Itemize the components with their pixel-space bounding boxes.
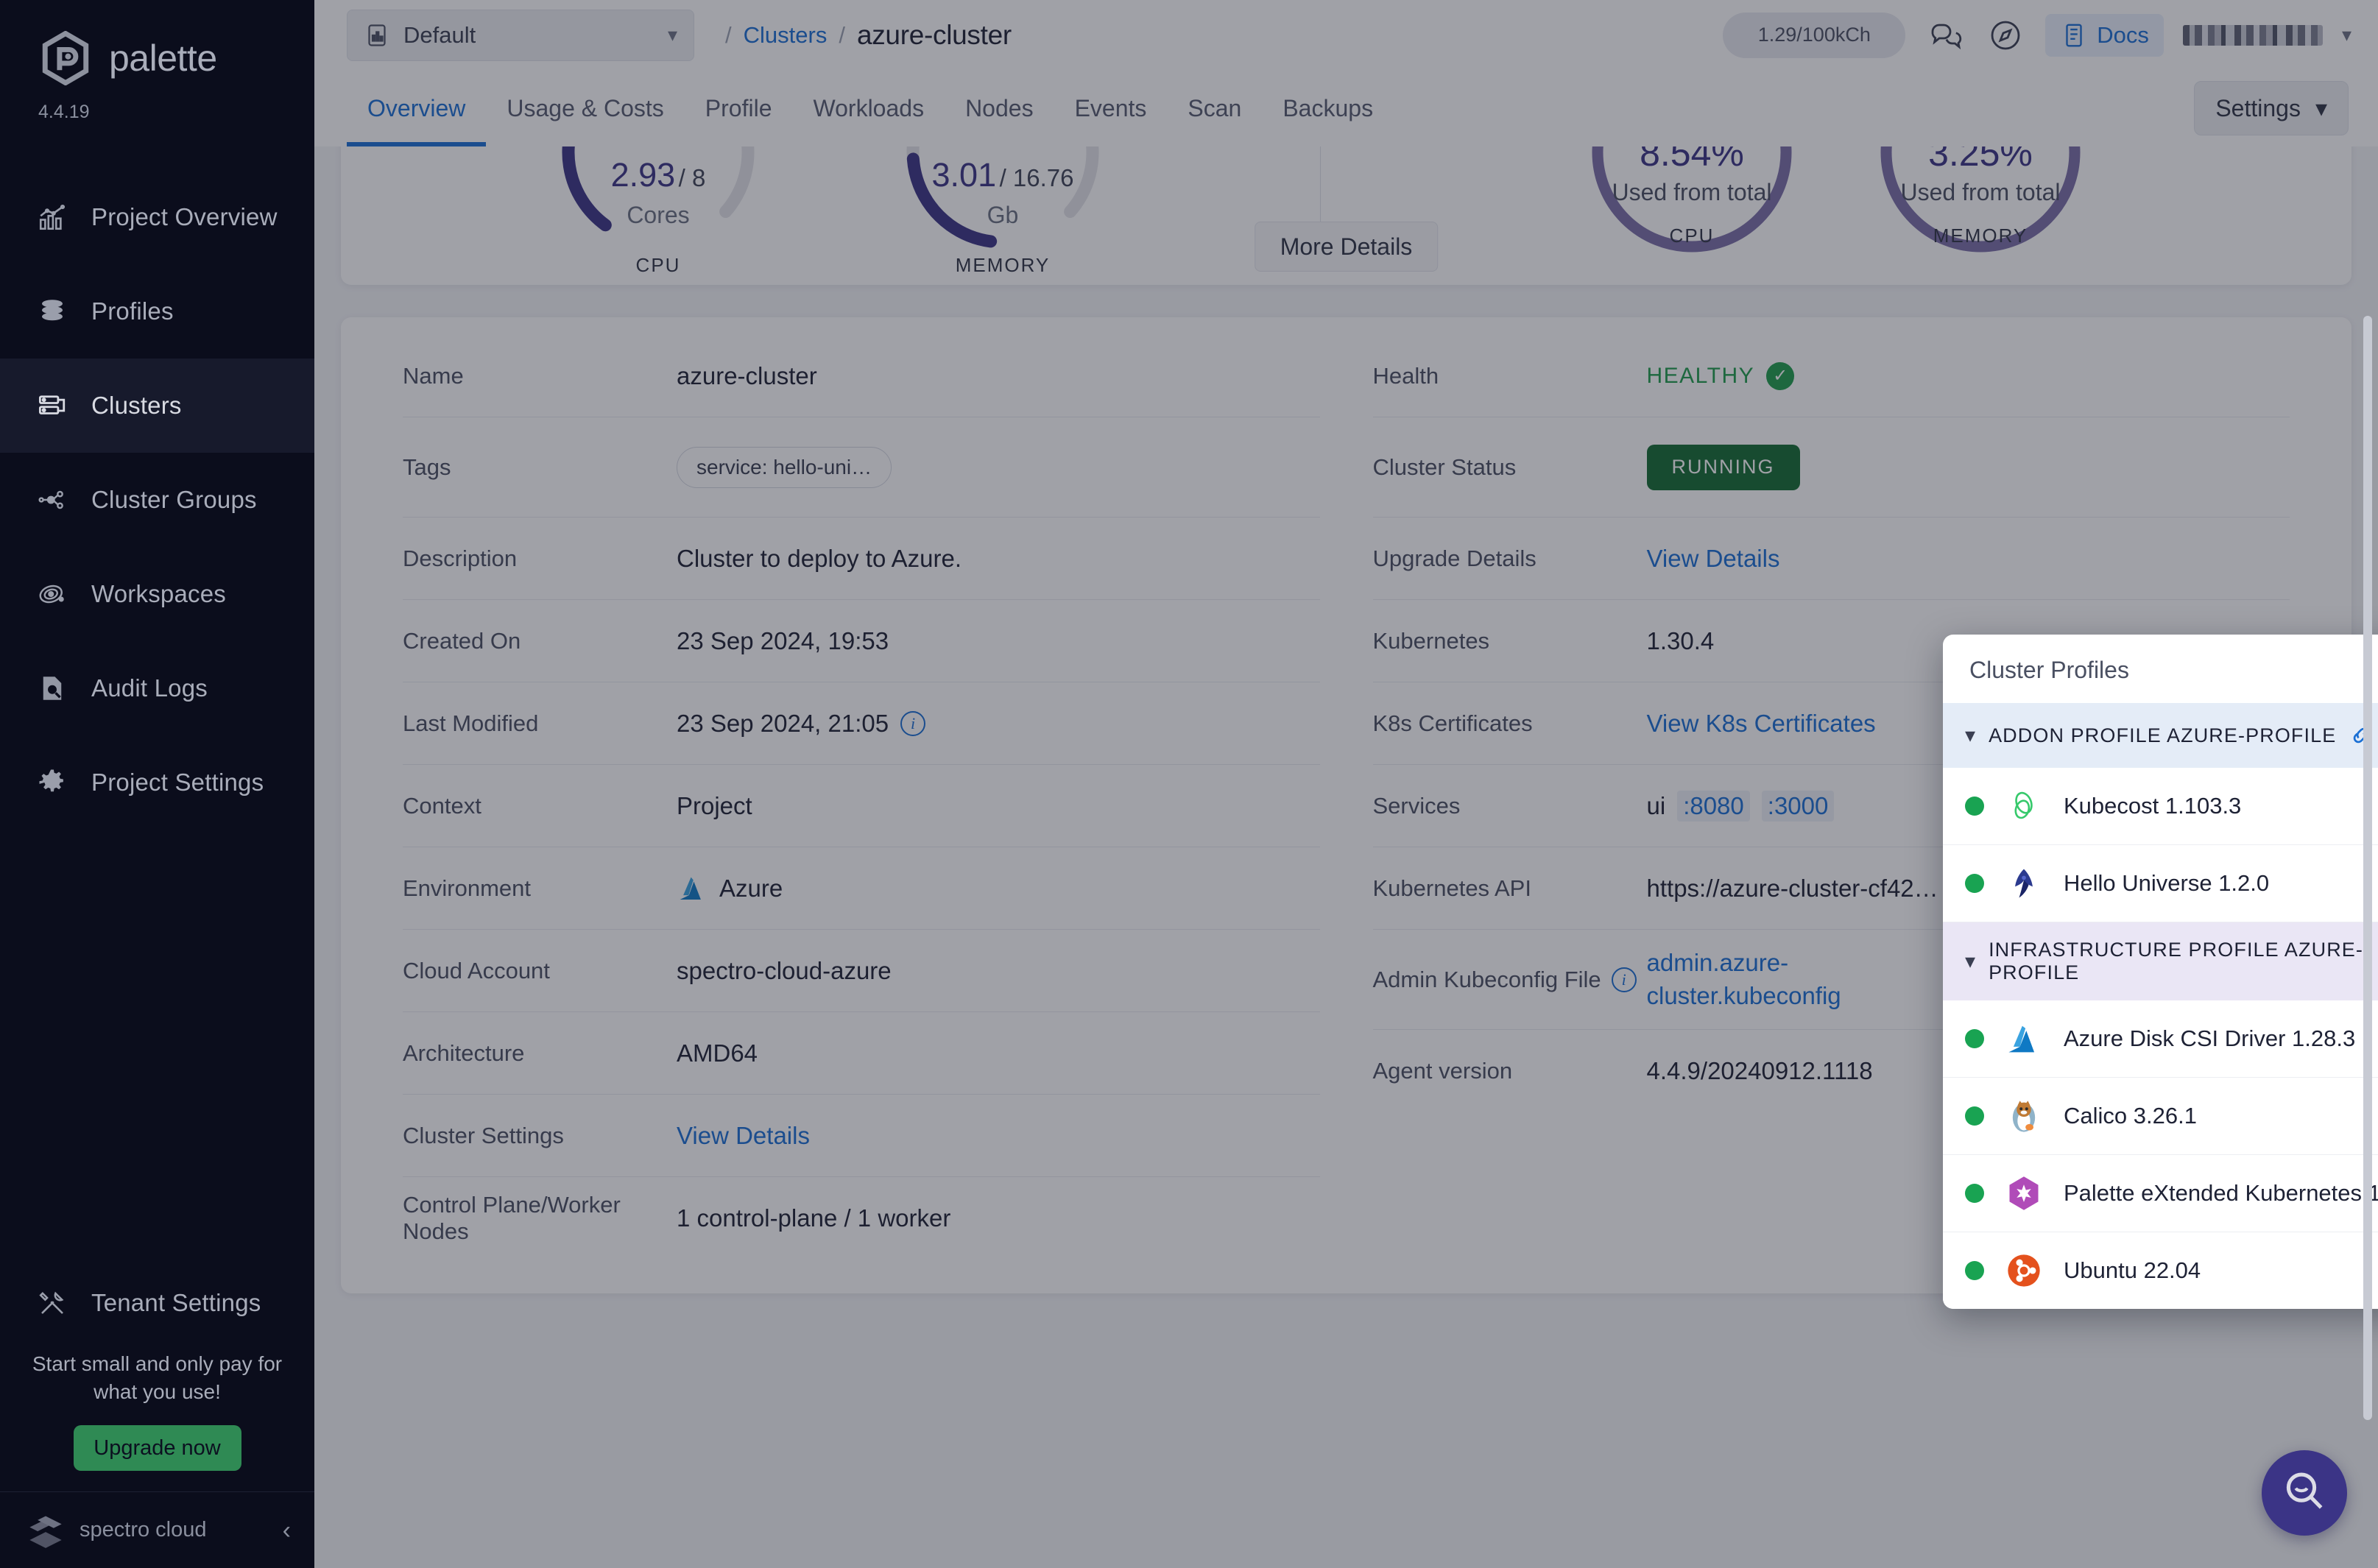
search-fab-button[interactable]: [2262, 1450, 2347, 1536]
sidebar: palette 4.4.19 Project Overview Pr: [0, 0, 314, 1568]
app-root: palette 4.4.19 Project Overview Pr: [0, 0, 2378, 1568]
pack-name: Azure Disk CSI Driver 1.28.3: [2064, 1025, 2378, 1052]
pack-row-palette-extended-kubernetes[interactable]: Palette eXtended Kubernetes 1.30.4 ›: [1943, 1155, 2378, 1232]
status-dot-green: [1965, 874, 1984, 893]
orbit-icon: [35, 577, 69, 611]
sidebar-item-label: Cluster Groups: [91, 486, 257, 514]
sidebar-item-label: Workspaces: [91, 580, 226, 608]
sidebar-item-label: Profiles: [91, 297, 174, 325]
gear-icon: [35, 766, 69, 799]
pack-row-ubuntu[interactable]: Ubuntu 22.04 ›: [1943, 1232, 2378, 1309]
pack-name: Calico 3.26.1: [2064, 1103, 2378, 1129]
sidebar-item-label: Audit Logs: [91, 674, 208, 702]
pack-row-kubecost[interactable]: Kubecost 1.103.3 ›: [1943, 768, 2378, 845]
status-dot-green: [1965, 797, 1984, 816]
collapse-sidebar-icon[interactable]: ‹: [283, 1518, 291, 1543]
pack-row-calico[interactable]: Calico 3.26.1 ›: [1943, 1078, 2378, 1155]
sidebar-item-label: Project Overview: [91, 203, 278, 231]
brand-name: palette: [109, 37, 217, 80]
profile-group-header-addon[interactable]: ▾ ADDON PROFILE AZURE-PROFILE PROJ: [1943, 703, 2378, 768]
hello-universe-icon: [2005, 864, 2043, 903]
layers-icon: [35, 294, 69, 328]
status-dot-green: [1965, 1106, 1984, 1126]
app-version: 4.4.19: [0, 85, 314, 123]
calico-icon: [2005, 1097, 2043, 1135]
chevron-down-icon[interactable]: ▾: [1965, 951, 1975, 972]
sidebar-footer: spectro cloud ‹: [0, 1491, 314, 1568]
document-search-icon: [35, 671, 69, 705]
status-dot-green: [1965, 1184, 1984, 1203]
nodes-graph-icon: [35, 483, 69, 517]
status-dot-green: [1965, 1261, 1984, 1280]
promo-text: Start small and only pay for what you us…: [25, 1350, 289, 1425]
palette-k8s-icon: [2005, 1174, 2043, 1212]
sidebar-item-profiles[interactable]: Profiles: [0, 264, 314, 359]
sidebar-item-label: Project Settings: [91, 769, 264, 797]
palette-logo-icon: [38, 31, 93, 85]
azure-icon: [2005, 1020, 2043, 1058]
pack-name: Hello Universe 1.2.0: [2064, 870, 2378, 897]
chart-bars-icon: [35, 200, 69, 234]
pack-name: Kubecost 1.103.3: [2064, 793, 2378, 819]
sidebar-nav: Project Overview Profiles Clusters: [0, 170, 314, 830]
search-icon: [2281, 1468, 2328, 1519]
sidebar-item-clusters[interactable]: Clusters: [0, 359, 314, 453]
pack-row-azure-disk-csi-driver[interactable]: Azure Disk CSI Driver 1.28.3 ›: [1943, 1000, 2378, 1078]
upgrade-promo: Start small and only pay for what you us…: [0, 1350, 314, 1491]
pack-name: Ubuntu 22.04: [2064, 1257, 2378, 1284]
profile-group-name: INFRASTRUCTURE PROFILE AZURE-PROFILE: [1989, 939, 2378, 984]
ubuntu-icon: [2005, 1251, 2043, 1290]
server-rack-icon: [35, 389, 69, 423]
content-scrollbar[interactable]: [2363, 316, 2372, 1420]
sidebar-item-label: Tenant Settings: [91, 1289, 261, 1317]
sidebar-item-label: Clusters: [91, 392, 182, 420]
status-dot-green: [1965, 1029, 1984, 1048]
sidebar-item-tenant-settings[interactable]: Tenant Settings: [0, 1256, 314, 1350]
sidebar-item-workspaces[interactable]: Workspaces: [0, 547, 314, 641]
brand: palette: [0, 0, 314, 85]
main-area: Default ▾ / Clusters / azure-cluster 1.2…: [314, 0, 2378, 1568]
spectro-cloud-logo-icon: [27, 1511, 65, 1550]
chevron-down-icon[interactable]: ▾: [1965, 725, 1975, 746]
kubecost-icon: [2005, 787, 2043, 825]
profile-group-name: ADDON PROFILE AZURE-PROFILE: [1989, 724, 2336, 747]
sidebar-item-audit-logs[interactable]: Audit Logs: [0, 641, 314, 735]
cluster-profiles-popup: Cluster Profiles ▾ ADDON PROFILE AZURE-P…: [1943, 635, 2378, 1309]
spectro-cloud-label: spectro cloud: [80, 1518, 268, 1542]
pack-name: Palette eXtended Kubernetes 1.30.4: [2064, 1180, 2378, 1207]
sidebar-spacer: [0, 830, 314, 1256]
sidebar-item-cluster-groups[interactable]: Cluster Groups: [0, 453, 314, 547]
sidebar-item-project-overview[interactable]: Project Overview: [0, 170, 314, 264]
upgrade-now-button[interactable]: Upgrade now: [74, 1425, 241, 1471]
pack-row-hello-universe[interactable]: Hello Universe 1.2.0 ›: [1943, 845, 2378, 922]
profile-group-header-infra[interactable]: ▾ INFRASTRUCTURE PROFILE AZURE-PROFILE P…: [1943, 922, 2378, 1000]
tools-icon: [35, 1286, 69, 1320]
popup-title: Cluster Profiles: [1943, 635, 2378, 703]
sidebar-item-project-settings[interactable]: Project Settings: [0, 735, 314, 830]
